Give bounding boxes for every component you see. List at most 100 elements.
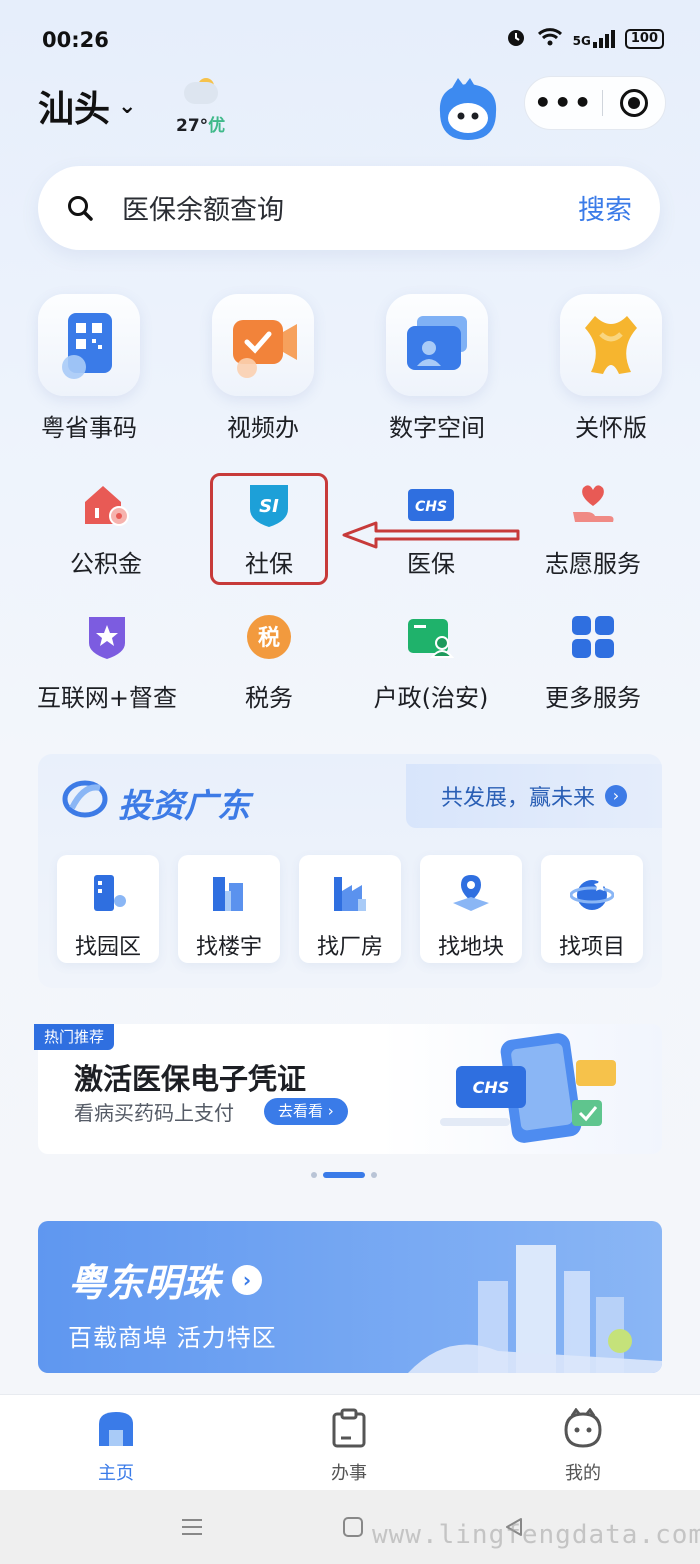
banner-go-button[interactable]: 去看看 › xyxy=(264,1098,348,1125)
grid-icon xyxy=(568,612,618,662)
land-icon xyxy=(449,873,493,917)
main-service-label: 视频办 xyxy=(227,414,299,442)
city-name: 汕头 xyxy=(38,89,111,130)
highlight-box xyxy=(210,473,328,585)
folder-icon xyxy=(386,294,488,396)
tab-profile[interactable]: 我的 xyxy=(533,1407,633,1485)
invest-item-label: 找项目 xyxy=(558,935,625,960)
search-input[interactable]: 医保余额查询 xyxy=(122,188,284,227)
invest-item-factory[interactable]: 找厂房 xyxy=(299,855,401,963)
svg-text:税: 税 xyxy=(258,625,280,651)
clipboard-icon xyxy=(329,1408,369,1453)
carousel-dot-active xyxy=(323,1172,365,1178)
search-bar[interactable]: 医保余额查询 搜索 xyxy=(38,166,660,250)
service-label: 志愿服务 xyxy=(545,550,641,578)
tab-services[interactable]: 办事 xyxy=(299,1408,399,1485)
watermark: www.lingfengdata.com xyxy=(372,1520,700,1550)
service-household[interactable] xyxy=(406,612,456,662)
temperature: 27° xyxy=(176,116,209,136)
invest-item-building[interactable]: 找楼宇 xyxy=(178,855,280,963)
phone-illustration: CHS xyxy=(436,1030,626,1154)
service-label: 户政(治安) xyxy=(373,684,489,712)
star-shield-icon xyxy=(82,612,132,662)
carousel-dot xyxy=(371,1172,377,1178)
project-icon xyxy=(569,873,615,917)
tab-label: 办事 xyxy=(331,1463,367,1484)
banner-title: 激活医保电子凭证 xyxy=(74,1062,307,1096)
invest-item-label: 找厂房 xyxy=(316,935,383,960)
main-service-2[interactable] xyxy=(386,294,488,396)
invest-item-land[interactable]: 找地块 xyxy=(420,855,522,963)
carousel-dot xyxy=(311,1172,317,1178)
network-type: 5G xyxy=(572,34,591,48)
home-icon xyxy=(95,1412,137,1453)
video-icon xyxy=(212,294,314,396)
tab-label: 主页 xyxy=(98,1463,134,1484)
city-skyline-illustration xyxy=(408,1241,662,1373)
tab-home[interactable]: 主页 xyxy=(66,1408,166,1485)
menu-button[interactable] xyxy=(172,1510,212,1544)
banner-subtitle: 看病买药码上支付 xyxy=(74,1101,234,1125)
wifi-icon xyxy=(537,27,563,51)
invest-item-project[interactable]: 找项目 xyxy=(541,855,643,963)
service-tax[interactable]: 税 xyxy=(244,612,294,662)
more-button[interactable]: ••• xyxy=(525,83,602,123)
status-bar: 00:26 5G 100 xyxy=(0,0,700,80)
ribbon-icon xyxy=(560,294,662,396)
invest-item-label: 找楼宇 xyxy=(195,935,262,960)
main-service-label: 数字空间 xyxy=(389,414,485,442)
main-service-0[interactable] xyxy=(38,294,140,396)
factory-icon xyxy=(328,873,372,917)
menu-icon xyxy=(182,1519,202,1535)
battery-indicator: 100 xyxy=(624,29,664,49)
heart-hand-icon xyxy=(568,480,618,530)
invest-logo-icon xyxy=(62,778,108,828)
invest-item-label: 找园区 xyxy=(74,935,141,960)
service-label: 互联网+督查 xyxy=(36,684,178,712)
red-arrow-annotation xyxy=(342,520,522,554)
air-quality: 优 xyxy=(208,116,226,136)
banner-go-label: 去看看 xyxy=(278,1102,324,1120)
service-label: 公积金 xyxy=(70,550,142,578)
building-icon xyxy=(207,873,251,917)
mascot-avatar[interactable] xyxy=(430,78,506,144)
id-card-icon xyxy=(406,612,456,662)
main-service-1[interactable] xyxy=(212,294,314,396)
miniapp-capsule: ••• xyxy=(524,76,666,130)
house-fund-icon xyxy=(80,480,130,530)
close-miniapp-button[interactable] xyxy=(603,89,665,117)
pearl-title[interactable]: 粤东明珠 › xyxy=(68,1252,263,1307)
main-service-label: 关怀版 xyxy=(575,414,647,442)
search-button[interactable]: 搜索 xyxy=(578,188,632,227)
chevron-down-icon: ⌄ xyxy=(118,93,137,119)
cloud-icon xyxy=(184,82,218,104)
tax-icon: 税 xyxy=(244,612,294,662)
service-internet-supervision[interactable] xyxy=(82,612,132,662)
status-time: 00:26 xyxy=(42,28,109,52)
invest-slogan-text: 共发展，赢未来 xyxy=(440,786,595,811)
main-service-3[interactable] xyxy=(560,294,662,396)
invest-title[interactable]: 投资广东 xyxy=(62,778,250,828)
invest-slogan-link[interactable]: 共发展，赢未来 › xyxy=(406,764,662,828)
invest-item-label: 找地块 xyxy=(437,935,504,960)
service-volunteer[interactable] xyxy=(568,480,618,530)
service-more[interactable] xyxy=(568,612,618,662)
profile-icon xyxy=(562,1407,604,1453)
invest-title-text: 投资广东 xyxy=(118,786,250,825)
square-icon xyxy=(343,1517,363,1537)
city-selector[interactable]: 汕头 ⌄ xyxy=(38,80,136,132)
park-icon xyxy=(86,873,130,917)
svg-text:CHS: CHS xyxy=(415,499,447,515)
alarm-icon xyxy=(505,26,527,52)
home-button[interactable] xyxy=(333,1510,373,1544)
svg-text:CHS: CHS xyxy=(473,1078,510,1097)
weather-widget[interactable]: 27°优 xyxy=(176,78,228,136)
pearl-title-text: 粤东明珠 xyxy=(68,1261,221,1305)
chevron-right-icon: › xyxy=(232,1264,263,1295)
tab-label: 我的 xyxy=(565,1463,601,1484)
signal-icon: 5G xyxy=(573,30,615,48)
service-house-fund[interactable] xyxy=(80,480,130,530)
status-icons: 5G 100 xyxy=(505,26,664,52)
hot-tag: 热门推荐 xyxy=(34,1024,115,1050)
invest-item-park[interactable]: 找园区 xyxy=(57,855,159,963)
